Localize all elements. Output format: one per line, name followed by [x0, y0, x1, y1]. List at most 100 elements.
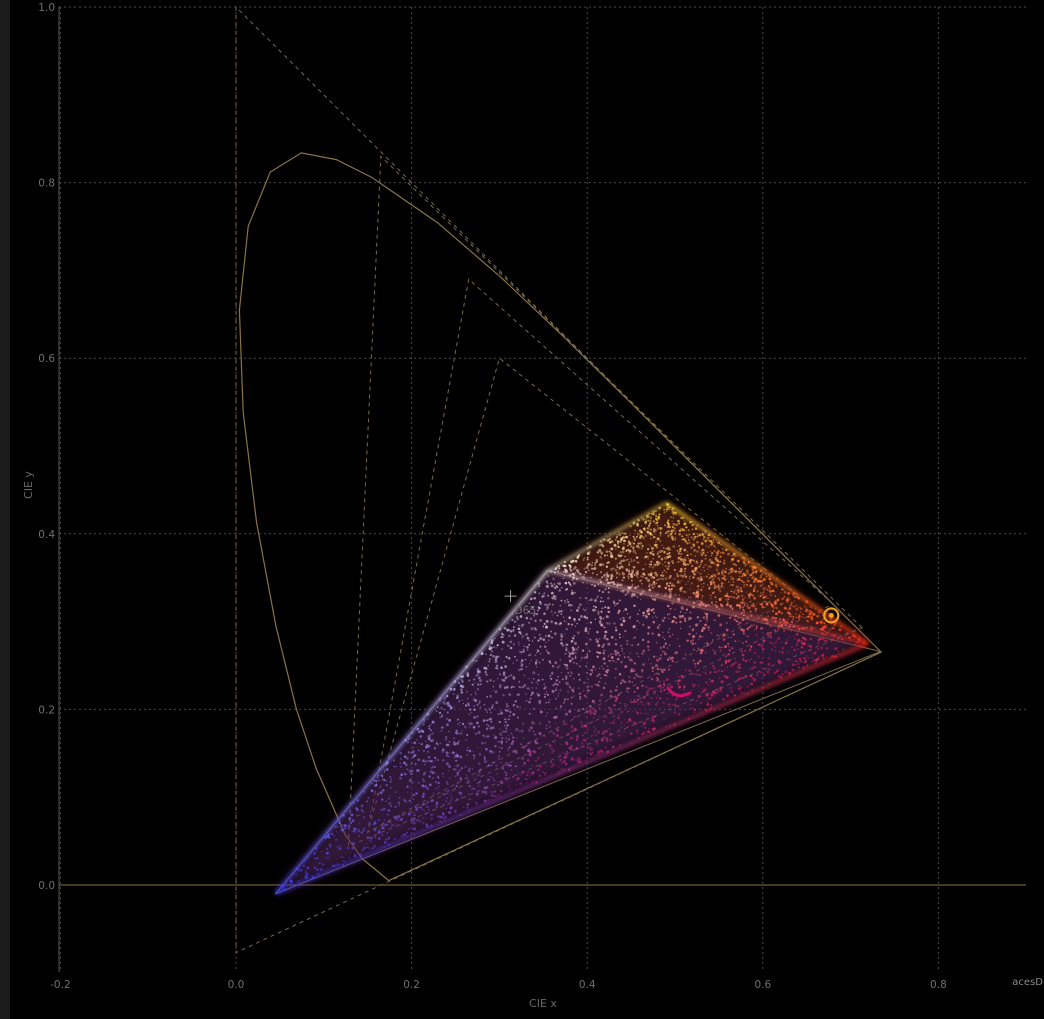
cloud-point: [563, 663, 566, 666]
cloud-point: [623, 724, 626, 726]
cloud-point: [778, 661, 782, 665]
cloud-point: [725, 621, 728, 625]
cloud-point: [652, 687, 655, 690]
cloud-point: [647, 555, 650, 558]
cloud-point: [563, 760, 566, 763]
cloud-point: [606, 665, 609, 667]
cloud-point: [771, 581, 774, 583]
cloud-point: [583, 725, 586, 728]
cloud-point: [804, 638, 807, 641]
cloud-point: [668, 705, 671, 708]
cloud-point: [448, 755, 450, 758]
cloud-point: [531, 720, 534, 723]
cloud-point: [478, 702, 481, 705]
cloud-point: [483, 760, 486, 763]
cloud-point: [543, 612, 546, 615]
cloud-point: [621, 572, 625, 576]
cloud-point: [531, 687, 533, 689]
cloud-point: [670, 685, 674, 689]
cloud-point: [667, 658, 669, 660]
cloud-point: [746, 627, 749, 631]
cloud-point: [630, 558, 632, 560]
cloud-point: [643, 573, 646, 576]
cloud-point: [500, 666, 503, 670]
cloud-point: [700, 629, 704, 633]
cloud-point: [603, 573, 606, 576]
cloud-point: [655, 697, 658, 700]
cloud-point: [617, 694, 620, 696]
cloud-point: [489, 653, 492, 657]
cloud-point: [720, 670, 724, 673]
cloud-point: [710, 561, 714, 564]
cloud-point: [716, 567, 718, 569]
cloud-point: [704, 651, 707, 654]
cloud-point: [468, 679, 471, 682]
cloud-point: [626, 613, 629, 615]
cloud-point: [513, 634, 517, 637]
cloud-point: [502, 671, 506, 674]
cloud-point: [289, 879, 293, 883]
cloud-point: [545, 715, 547, 717]
cloud-point: [536, 742, 539, 745]
cloud-point: [330, 832, 334, 836]
cloud-point: [475, 693, 477, 695]
cloud-point: [570, 744, 573, 748]
cloud-point: [656, 537, 660, 541]
cloud-point: [667, 522, 670, 526]
cloud-point: [489, 749, 492, 753]
cloud-point: [662, 702, 665, 704]
cloud-point: [630, 701, 633, 704]
cloud-point: [626, 725, 629, 729]
cloud-point: [467, 793, 470, 796]
cloud-point: [750, 604, 754, 608]
tick-labels: -0.2 0.0 0.2 0.4 0.6 0.80.00.20.40.60.81.0: [38, 2, 946, 991]
cloud-point: [771, 616, 775, 620]
cloud-point: [667, 530, 670, 533]
cloud-point: [585, 655, 589, 659]
cloud-point: [649, 519, 652, 523]
cloud-point: [677, 560, 680, 564]
cloud-point: [445, 781, 449, 784]
cloud-point: [685, 534, 688, 537]
cloud-point: [473, 776, 475, 779]
cloud-point: [684, 620, 687, 622]
cloud-point: [529, 663, 531, 665]
cloud-point: [659, 526, 663, 530]
cloud-point: [446, 797, 448, 800]
cloud-point: [533, 627, 537, 630]
cloud-point: [670, 587, 673, 591]
cloud-point: [382, 807, 386, 811]
cloud-point: [694, 642, 697, 645]
cloud-point: [564, 652, 567, 655]
cloud-point: [593, 712, 597, 716]
cloud-point: [548, 775, 550, 777]
cloud-point: [555, 689, 557, 692]
cloud-point: [734, 570, 738, 573]
cloud-point: [688, 669, 692, 672]
cloud-point: [823, 639, 826, 642]
cloud-point: [662, 636, 665, 639]
cloud-point: [678, 522, 681, 525]
cloud-point: [407, 812, 411, 816]
cloud-point: [635, 556, 639, 559]
cloud-point: [690, 596, 692, 599]
cloud-point: [764, 606, 766, 609]
cloud-point: [714, 596, 717, 599]
cloud-point: [435, 710, 438, 713]
cloud-point: [738, 666, 741, 670]
cloud-point: [647, 648, 650, 651]
cloud-point: [461, 768, 463, 770]
cloud-point: [594, 710, 597, 713]
cloud-point: [429, 733, 432, 736]
cloud-point: [586, 685, 589, 688]
cloud-point: [586, 689, 590, 692]
cloud-point: [487, 763, 491, 767]
cloud-point: [707, 546, 710, 549]
cloud-point: [786, 639, 788, 641]
cloud-point: [701, 548, 705, 552]
cloud-point: [562, 644, 565, 647]
cloud-point: [495, 647, 497, 649]
cloud-point: [515, 784, 518, 786]
cloud-point: [418, 730, 421, 734]
cloud-point: [622, 542, 625, 545]
